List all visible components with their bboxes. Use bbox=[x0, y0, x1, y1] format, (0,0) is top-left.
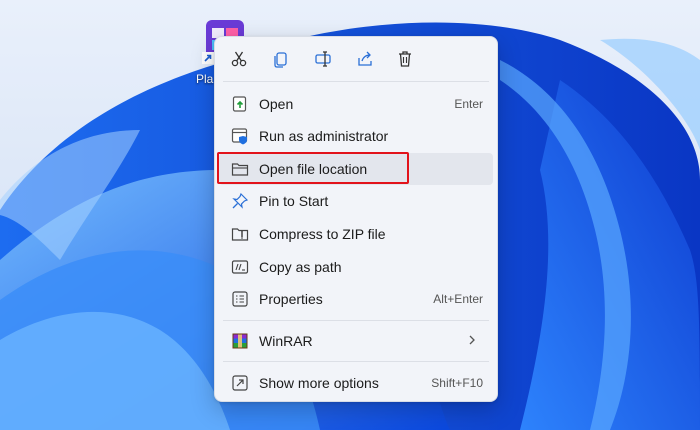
rename-button[interactable] bbox=[311, 47, 335, 71]
more-options-icon bbox=[231, 374, 249, 392]
menu-item-open[interactable]: Open Enter bbox=[219, 88, 493, 120]
delete-button[interactable] bbox=[393, 47, 417, 71]
menu-item-winrar[interactable]: WinRAR bbox=[219, 325, 493, 357]
menu-item-label: Compress to ZIP file bbox=[259, 226, 386, 242]
menu-item-label: WinRAR bbox=[259, 333, 313, 349]
copy-icon bbox=[274, 52, 287, 68]
share-icon bbox=[358, 51, 372, 66]
desktop-icon-label: Pla bbox=[196, 72, 214, 86]
rename-icon bbox=[315, 51, 331, 67]
cut-button[interactable] bbox=[227, 47, 251, 71]
menu-item-shortcut: Shift+F10 bbox=[431, 376, 483, 390]
menu-item-run-as-administrator[interactable]: Run as administrator bbox=[219, 120, 493, 152]
separator bbox=[223, 320, 489, 321]
highlight-box bbox=[217, 152, 409, 184]
menu-item-shortcut: Enter bbox=[454, 97, 483, 111]
share-button[interactable] bbox=[353, 47, 377, 71]
context-menu-toolbar bbox=[215, 37, 497, 81]
path-icon bbox=[231, 258, 249, 276]
trash-icon bbox=[399, 51, 411, 67]
open-icon bbox=[231, 95, 249, 113]
menu-item-label: Run as administrator bbox=[259, 128, 389, 144]
separator bbox=[223, 361, 489, 362]
menu-item-label: Open bbox=[259, 96, 294, 112]
zip-folder-icon bbox=[231, 225, 249, 243]
separator bbox=[223, 81, 489, 82]
menu-item-pin-to-start[interactable]: Pin to Start bbox=[219, 185, 493, 217]
menu-item-label: Properties bbox=[259, 291, 323, 307]
winrar-icon bbox=[231, 332, 249, 350]
menu-item-shortcut: Alt+Enter bbox=[433, 292, 483, 306]
menu-item-label: Copy as path bbox=[259, 259, 342, 275]
menu-item-show-more-options[interactable]: Show more options Shift+F10 bbox=[219, 367, 493, 399]
menu-item-copy-as-path[interactable]: Copy as path bbox=[219, 251, 493, 283]
menu-item-compress-to-zip[interactable]: Compress to ZIP file bbox=[219, 218, 493, 250]
pin-icon bbox=[231, 192, 249, 210]
shortcut-arrow-icon bbox=[202, 52, 214, 64]
copy-button[interactable] bbox=[269, 47, 293, 71]
shield-window-icon bbox=[231, 127, 249, 145]
scissors-icon bbox=[231, 51, 247, 67]
context-menu: Open Enter Run as administrator Open fil… bbox=[214, 36, 498, 402]
menu-item-label: Show more options bbox=[259, 375, 379, 391]
chevron-right-icon bbox=[469, 335, 475, 345]
properties-icon bbox=[231, 290, 249, 308]
menu-item-label: Pin to Start bbox=[259, 193, 329, 209]
menu-item-properties[interactable]: Properties Alt+Enter bbox=[219, 283, 493, 315]
